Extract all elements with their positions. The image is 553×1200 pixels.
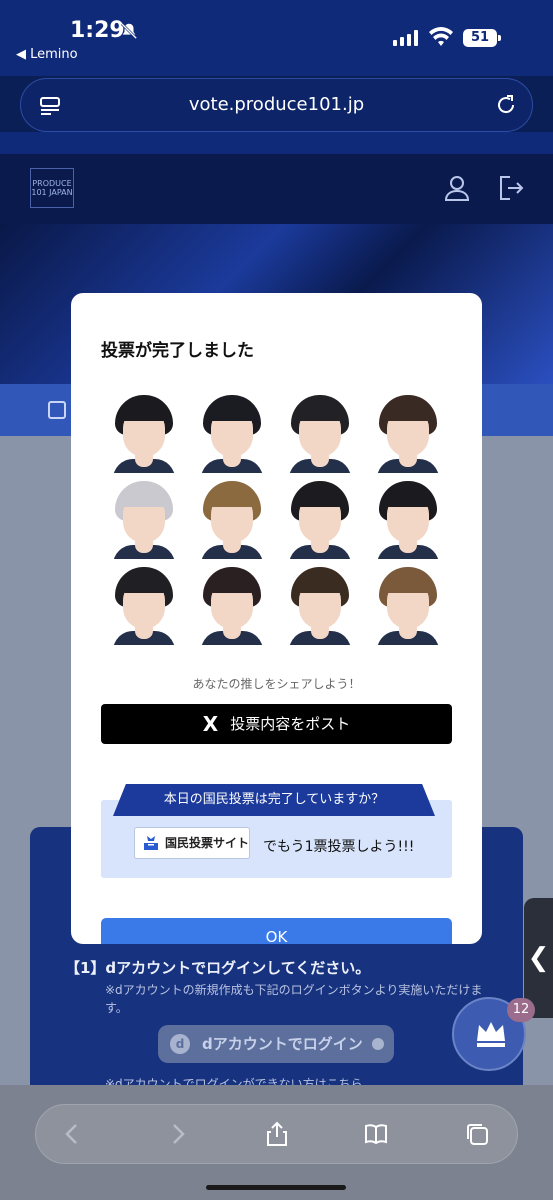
status-bar: 1:29 ◀ Lemino 51	[0, 0, 553, 76]
trainee-photo	[283, 477, 357, 559]
trainee-photo	[371, 391, 445, 473]
national-vote-site-button[interactable]: 国民投票サイト	[134, 827, 250, 859]
crown-icon	[477, 1022, 505, 1047]
trainee-fringe	[209, 403, 255, 421]
status-time: 1:29	[70, 18, 125, 43]
trainee-photo-grid	[107, 391, 447, 645]
arrow-icon	[372, 1038, 384, 1050]
wifi-icon	[429, 27, 453, 46]
trainee-photo	[371, 477, 445, 559]
trainee-fringe	[297, 489, 343, 507]
address-bar[interactable]: vote.produce101.jp	[20, 78, 533, 132]
vote-complete-modal: 投票が完了しました あなたの推しをシェアしよう！ X 投票内容をポスト 本日の国民…	[71, 293, 482, 944]
url-text[interactable]: vote.produce101.jp	[21, 94, 532, 115]
reload-icon[interactable]	[494, 93, 518, 117]
logout-icon[interactable]	[496, 173, 526, 203]
trainee-fringe	[385, 403, 431, 421]
post-button-label: 投票内容をポスト	[230, 715, 351, 733]
promo-text: でもう1票投票しよう!!!	[263, 839, 415, 855]
notification-badge: 12	[507, 998, 535, 1022]
modal-title: 投票が完了しました	[101, 341, 254, 361]
trainee-photo	[283, 563, 357, 645]
d-account-login-button[interactable]: d dアカウントでログイン	[158, 1025, 394, 1063]
trainee-fringe	[297, 575, 343, 593]
silent-bell-icon	[120, 22, 138, 40]
trainee-photo	[195, 391, 269, 473]
site-logo[interactable]: PRODUCE 101 JAPAN	[30, 168, 74, 208]
trainee-fringe	[209, 489, 255, 507]
trainee-photo	[107, 477, 181, 559]
user-icon[interactable]	[442, 173, 472, 203]
play-icon[interactable]	[48, 401, 66, 419]
login-note: ※dアカウントの新規作成も下記のログインボタンより実施いただけます。	[105, 983, 483, 1015]
browser-toolbar	[0, 1085, 553, 1200]
trainee-fringe	[121, 575, 167, 593]
trainee-photo	[107, 391, 181, 473]
bookmarks-icon[interactable]	[363, 1121, 389, 1147]
home-indicator	[206, 1185, 346, 1190]
login-button-label: dアカウントでログイン	[202, 1035, 363, 1053]
ballot-box-icon	[144, 836, 158, 850]
post-to-x-button[interactable]: X 投票内容をポスト	[101, 704, 452, 744]
login-step-label: 【1】dアカウントでログインしてください。	[65, 959, 371, 977]
ok-button[interactable]: OK	[101, 918, 452, 944]
trainee-fringe	[385, 575, 431, 593]
trainee-photo	[283, 391, 357, 473]
promo-site-label: 国民投票サイト	[165, 836, 250, 850]
trainee-photo	[195, 563, 269, 645]
tabs-icon[interactable]	[464, 1121, 490, 1147]
battery-indicator: 51	[463, 29, 501, 47]
toolbar-spacer	[0, 132, 553, 154]
share-icon[interactable]	[264, 1121, 290, 1147]
trainee-photo	[107, 563, 181, 645]
trainee-photo	[371, 563, 445, 645]
trainee-fringe	[209, 575, 255, 593]
share-caption: あなたの推しをシェアしよう！	[192, 677, 361, 691]
promo-banner: 本日の国民投票は完了していますか？	[113, 784, 435, 816]
x-logo-icon: X	[202, 712, 219, 736]
d-account-icon: d	[170, 1034, 190, 1054]
cellular-signal-icon	[393, 30, 418, 46]
trainee-fringe	[385, 489, 431, 507]
forward-icon[interactable]	[164, 1121, 190, 1147]
back-icon[interactable]	[60, 1121, 86, 1147]
trainee-fringe	[121, 403, 167, 421]
back-to-app-link[interactable]: ◀ Lemino	[16, 47, 78, 62]
trainee-fringe	[297, 403, 343, 421]
trainee-fringe	[121, 489, 167, 507]
trainee-photo	[195, 477, 269, 559]
